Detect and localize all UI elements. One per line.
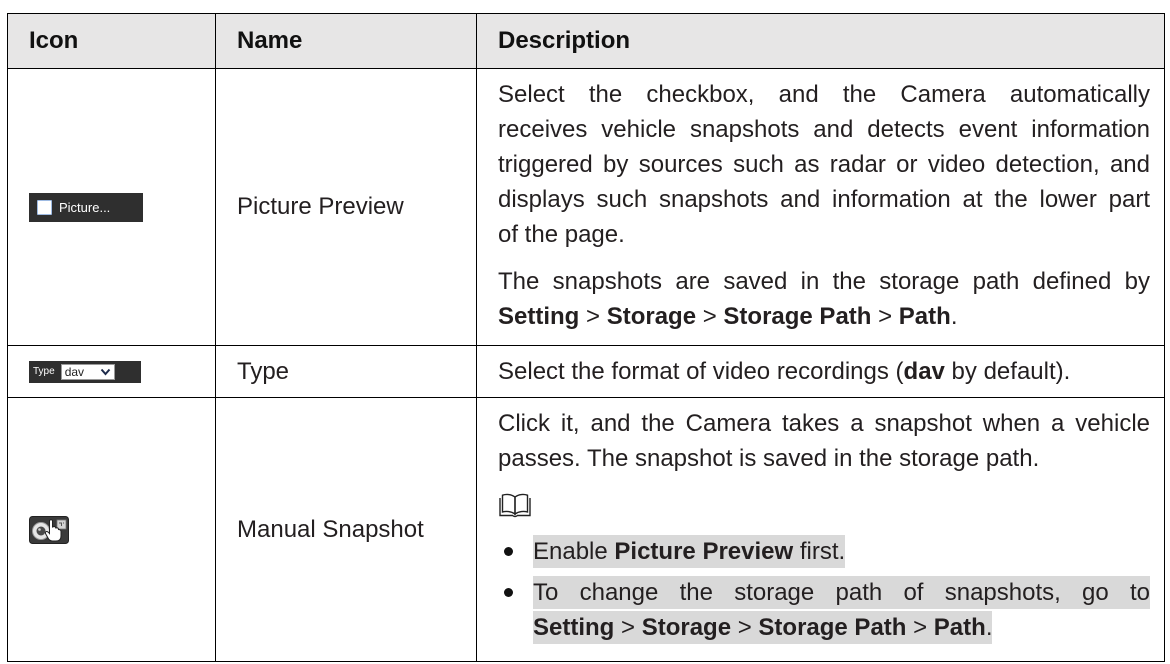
manual-snapshot-name: Manual Snapshot xyxy=(216,398,477,662)
description-line: passes. The snapshot is saved in the sto… xyxy=(498,445,1040,472)
manual-snapshot-icon xyxy=(29,515,69,544)
description-line: receives vehicle snapshots and detects e… xyxy=(498,116,1150,143)
menu-separator: > xyxy=(906,614,934,641)
header-name: Name xyxy=(216,14,477,69)
bullet-line: Setting > Storage > Storage Path > Path. xyxy=(533,610,1150,645)
bullet-line: To change the storage path of snapshots,… xyxy=(533,575,1150,610)
description-text: by default). xyxy=(944,358,1071,385)
menu-separator: > xyxy=(871,303,899,330)
menu-path: Setting > Storage > Storage Path > Path. xyxy=(498,299,1150,334)
checkbox-icon xyxy=(37,199,52,215)
format-select: dav xyxy=(60,363,115,380)
manual-snapshot-icon-cell xyxy=(8,398,216,662)
highlighted-text: Enable Picture Preview first. xyxy=(533,535,846,568)
menu-separator: > xyxy=(696,303,724,330)
manual-snapshot-description: Click it, and the Camera takes a snapsho… xyxy=(477,398,1165,662)
menu-separator: > xyxy=(579,303,607,330)
menu-separator: > xyxy=(731,614,759,641)
description-line: Select the checkbox, and the Camera auto… xyxy=(498,81,1150,108)
menu-separator: > xyxy=(614,614,642,641)
bullet-dot xyxy=(504,547,513,556)
type-name: Type xyxy=(216,346,477,398)
picture-preview-description: Select the checkbox, and the Camera auto… xyxy=(477,69,1165,346)
highlighted-text: To change the storage path of snapshots,… xyxy=(533,576,1150,609)
picture-preview-icon-cell: Picture... xyxy=(8,69,216,346)
description-line: triggered by sources such as radar or vi… xyxy=(498,151,1150,178)
header-icon: Icon xyxy=(8,14,216,69)
type-dropdown-widget: Type dav xyxy=(29,360,141,383)
icon-description-table: Icon Name Description Picture... Picture… xyxy=(7,13,1165,662)
header-description: Description xyxy=(477,14,1165,69)
menu-period: . xyxy=(985,614,993,641)
menu-storage-path: Storage Path xyxy=(723,303,872,330)
description-text: Select the format of video recordings ( xyxy=(498,358,904,385)
picture-preview-name: Picture Preview xyxy=(216,69,477,346)
menu-setting: Setting xyxy=(533,614,615,641)
menu-storage: Storage xyxy=(641,614,732,641)
picture-checkbox-label: Picture... xyxy=(59,199,111,215)
note-bullet-item: Enable Picture Preview first. xyxy=(498,534,1150,569)
menu-path-item: Path xyxy=(898,303,951,330)
menu-storage-path: Storage Path xyxy=(758,614,907,641)
highlighted-text: Setting > Storage > Storage Path > Path. xyxy=(533,611,993,644)
description-line: Select the format of video recordings (d… xyxy=(498,354,1070,389)
picture-preview-checkbox-widget: Picture... xyxy=(29,192,143,222)
picture-preview-paragraph: Select the checkbox, and the Camera auto… xyxy=(498,77,1150,252)
type-label: Type xyxy=(33,365,55,377)
format-select-value: dav xyxy=(64,364,85,379)
description-line: displays such snapshots and information … xyxy=(498,186,1150,213)
bullet-line: Enable Picture Preview first. xyxy=(533,534,1150,569)
chevron-down-icon xyxy=(100,368,110,376)
menu-setting: Setting xyxy=(498,303,580,330)
picture-preview-reference: Picture Preview xyxy=(614,538,794,565)
type-icon-cell: Type dav xyxy=(8,346,216,398)
type-description: Select the format of video recordings (d… xyxy=(477,346,1165,398)
bullet-text: Enable xyxy=(533,538,615,565)
description-line: The snapshots are saved in the storage p… xyxy=(498,268,1150,295)
bullet-dot xyxy=(504,588,513,597)
storage-path-paragraph: The snapshots are saved in the storage p… xyxy=(498,264,1150,334)
note-bullet-item: To change the storage path of snapshots,… xyxy=(498,575,1150,645)
note-marker xyxy=(498,488,1150,522)
menu-storage: Storage xyxy=(606,303,697,330)
menu-period: . xyxy=(950,303,958,330)
bullet-text: first. xyxy=(793,538,846,565)
description-line: Click it, and the Camera takes a snapsho… xyxy=(498,410,1150,437)
menu-path-item: Path xyxy=(933,614,986,641)
default-format: dav xyxy=(903,358,945,385)
book-icon xyxy=(499,493,531,518)
description-line: of the page. xyxy=(498,221,625,248)
